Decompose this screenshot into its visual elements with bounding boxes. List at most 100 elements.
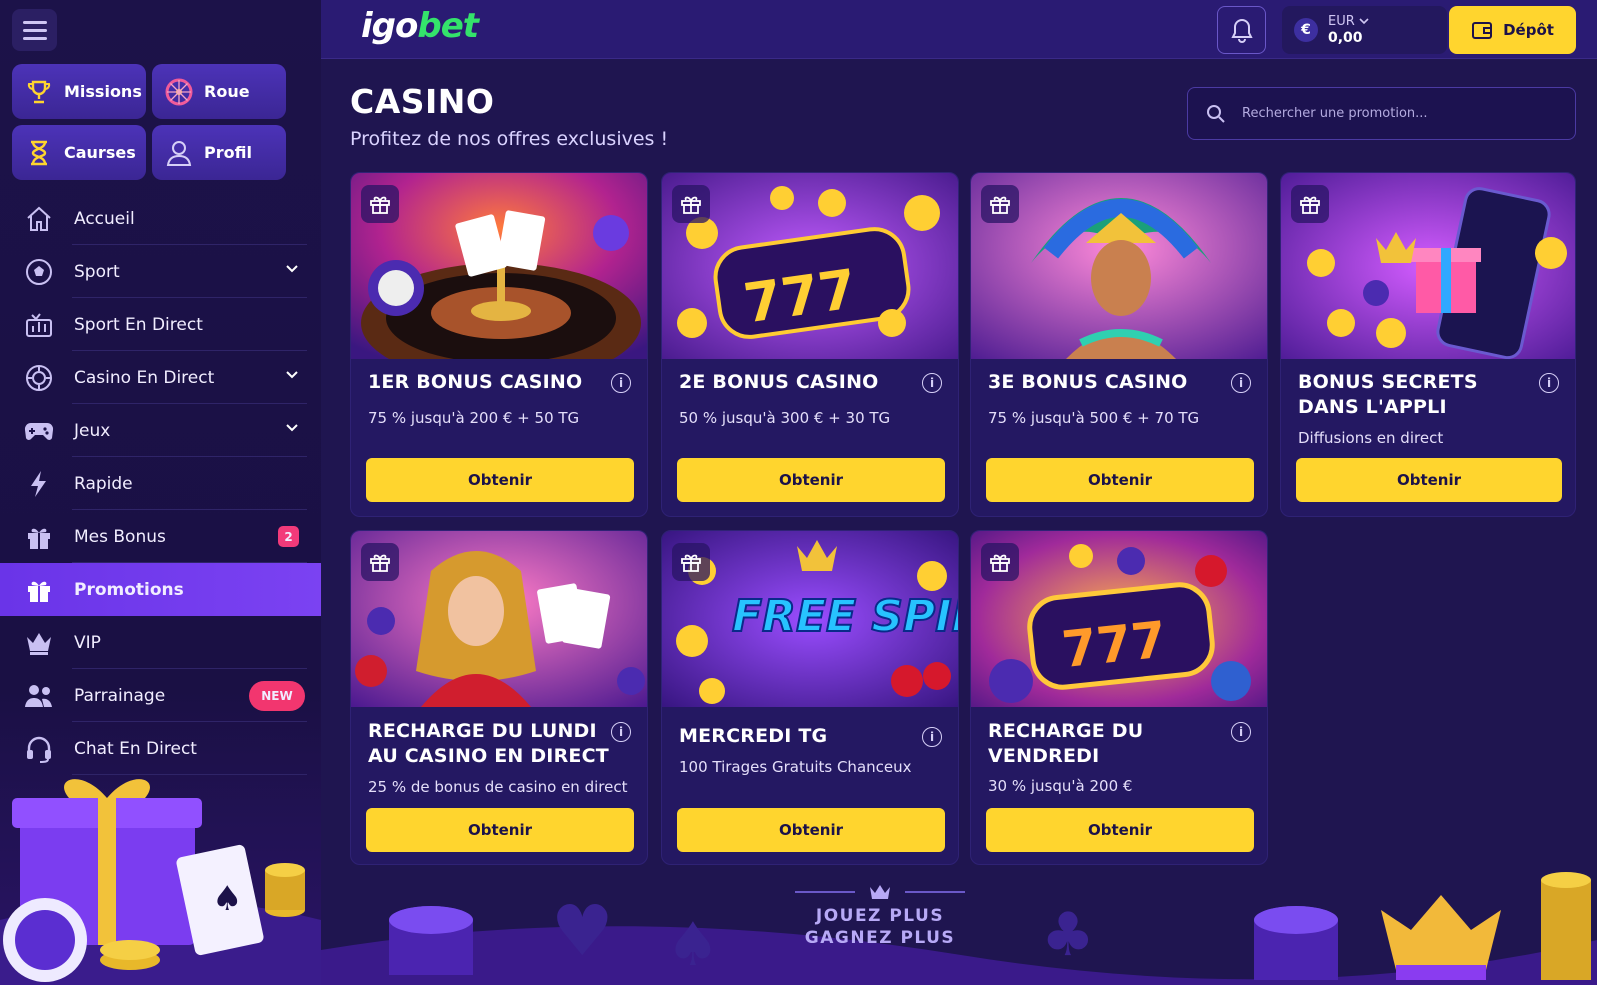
promo-title: 2E BONUS CASINO [679,371,879,393]
nav-label: Chat En Direct [74,738,197,759]
missions-label: Missions [64,82,142,101]
promo-card[interactable]: BONUS SECRETS DANS L'APPLI i Diffusions … [1280,172,1576,517]
balance-selector[interactable]: € EUR 0,00 [1282,6,1447,54]
page-title: CASINO [350,82,495,121]
balance-display: EUR 0,00 [1328,14,1369,47]
notifications-button[interactable] [1217,6,1266,54]
promo-title: BONUS SECRETS DANS L'APPLI [1298,371,1478,418]
slogan: JOUEZ PLUS GAGNEZ PLUS [795,885,965,949]
sidebar-item-promotions[interactable]: Promotions [0,563,321,616]
info-icon[interactable]: i [611,373,631,393]
missions-button[interactable]: Missions [12,64,146,119]
users-icon [22,679,56,713]
races-label: Caurses [64,143,136,162]
info-icon[interactable]: i [1231,373,1251,393]
sidebar-item-vip[interactable]: VIP [0,616,321,669]
user-icon [164,138,194,168]
claim-button[interactable]: Obtenir [986,458,1254,502]
gift-icon [361,185,399,223]
nav-label: Jeux [74,420,111,441]
gift-decoration: ♠ [0,779,321,985]
gift-icon [672,185,710,223]
search-box[interactable] [1187,87,1576,140]
sidebar-item-sport-live[interactable]: Sport En Direct [0,298,321,351]
promo-description: 50 % jusqu'à 300 € + 30 TG [679,409,891,427]
info-icon[interactable]: i [1539,373,1559,393]
wallet-icon [1472,22,1493,39]
promo-card[interactable]: 777 RECHARGE DU VENDREDI i 30 % jusqu'à … [970,530,1268,865]
svg-text:777: 777 [1059,610,1169,679]
promo-title: RECHARGE DU LUNDI AU CASINO EN DIRECT [368,720,609,767]
promo-title: MERCREDI TG [679,725,828,747]
sidebar-item-rapide[interactable]: Rapide [0,457,321,510]
chevron-down-icon [286,265,298,273]
nav-label: Casino En Direct [74,367,215,388]
sidebar-item-accueil[interactable]: Accueil [0,192,321,245]
logo-part1: igo [361,6,418,46]
chip-icon [22,361,56,395]
promo-image-slot-777: 777 [662,173,958,359]
headset-icon [22,732,56,766]
promo-card[interactable]: 777 2E BONUS CASINO i 50 % jusqu'à 300 €… [661,172,959,517]
promo-card[interactable]: 3E BONUS CASINO i 75 % jusqu'à 500 € + 7… [970,172,1268,517]
sidebar-item-casino-live[interactable]: Casino En Direct [0,351,321,404]
promo-card[interactable]: RECHARGE DU LUNDI AU CASINO EN DIRECT i … [350,530,648,865]
promo-description: 75 % jusqu'à 200 € + 50 TG [368,409,580,427]
euro-icon: € [1294,18,1318,42]
hourglass-icon [24,138,54,168]
promo-title: RECHARGE DU VENDREDI [988,720,1144,767]
promo-image-app [1281,173,1575,359]
sidebar-item-parrainage[interactable]: Parrainage NEW [0,669,321,722]
stats-icon [22,308,56,342]
claim-button[interactable]: Obtenir [986,808,1254,852]
slogan-line1: JOUEZ PLUS [815,906,945,926]
currency-label: EUR [1328,13,1355,29]
info-icon[interactable]: i [922,727,942,747]
promo-description: Diffusions en direct [1298,429,1444,447]
claim-button[interactable]: Obtenir [1296,458,1562,502]
sidebar-item-jeux[interactable]: Jeux [0,404,321,457]
sidebar: Missions Roue Caurses Profil Accueil Spo… [0,0,321,985]
claim-button[interactable]: Obtenir [366,808,634,852]
profile-button[interactable]: Profil [152,125,286,180]
gift-icon [22,520,56,554]
bonus-count-badge: 2 [278,526,299,547]
sidebar-item-mes-bonus[interactable]: Mes Bonus 2 [0,510,321,563]
topbar: igobet € EUR 0,00 Dépôt [321,0,1597,59]
info-icon[interactable]: i [1231,722,1251,742]
gift-icon [361,543,399,581]
wheel-label: Roue [204,82,250,101]
logo[interactable]: igobet [361,6,479,46]
gift-icon [981,185,1019,223]
bell-icon [1230,18,1253,43]
promo-card[interactable]: FREE SPINS MERCREDI TG i 100 Tirages Gra… [661,530,959,865]
menu-icon[interactable] [12,9,57,51]
nav-label: Parrainage [74,685,166,706]
search-input[interactable] [1242,106,1542,121]
info-icon[interactable]: i [922,373,942,393]
page-subtitle: Profitez de nos offres exclusives ! [350,128,669,150]
claim-button[interactable]: Obtenir [677,458,945,502]
info-icon[interactable]: i [611,722,631,742]
gift-icon [1291,185,1329,223]
gift-icon [672,543,710,581]
sidebar-item-sport[interactable]: Sport [0,245,321,298]
promo-card[interactable]: 1ER BONUS CASINO i 75 % jusqu'à 200 € + … [350,172,648,517]
wheel-icon [164,77,194,107]
nav-label: Accueil [74,208,135,229]
wheel-button[interactable]: Roue [152,64,286,119]
claim-button[interactable]: Obtenir [366,458,634,502]
deposit-label: Dépôt [1503,21,1554,39]
home-icon [22,202,56,236]
deposit-button[interactable]: Dépôt [1449,6,1576,54]
svg-text:♣: ♣ [1041,900,1095,970]
search-icon [1207,104,1225,123]
claim-button[interactable]: Obtenir [677,808,945,852]
promo-image-slot-treasure: 777 [971,531,1267,707]
races-button[interactable]: Caurses [12,125,146,180]
chevron-down-icon [286,371,298,379]
nav-label: VIP [74,632,101,653]
svg-text:♠: ♠ [212,879,242,919]
gamepad-icon [22,414,56,448]
sidebar-item-chat[interactable]: Chat En Direct [0,722,321,775]
